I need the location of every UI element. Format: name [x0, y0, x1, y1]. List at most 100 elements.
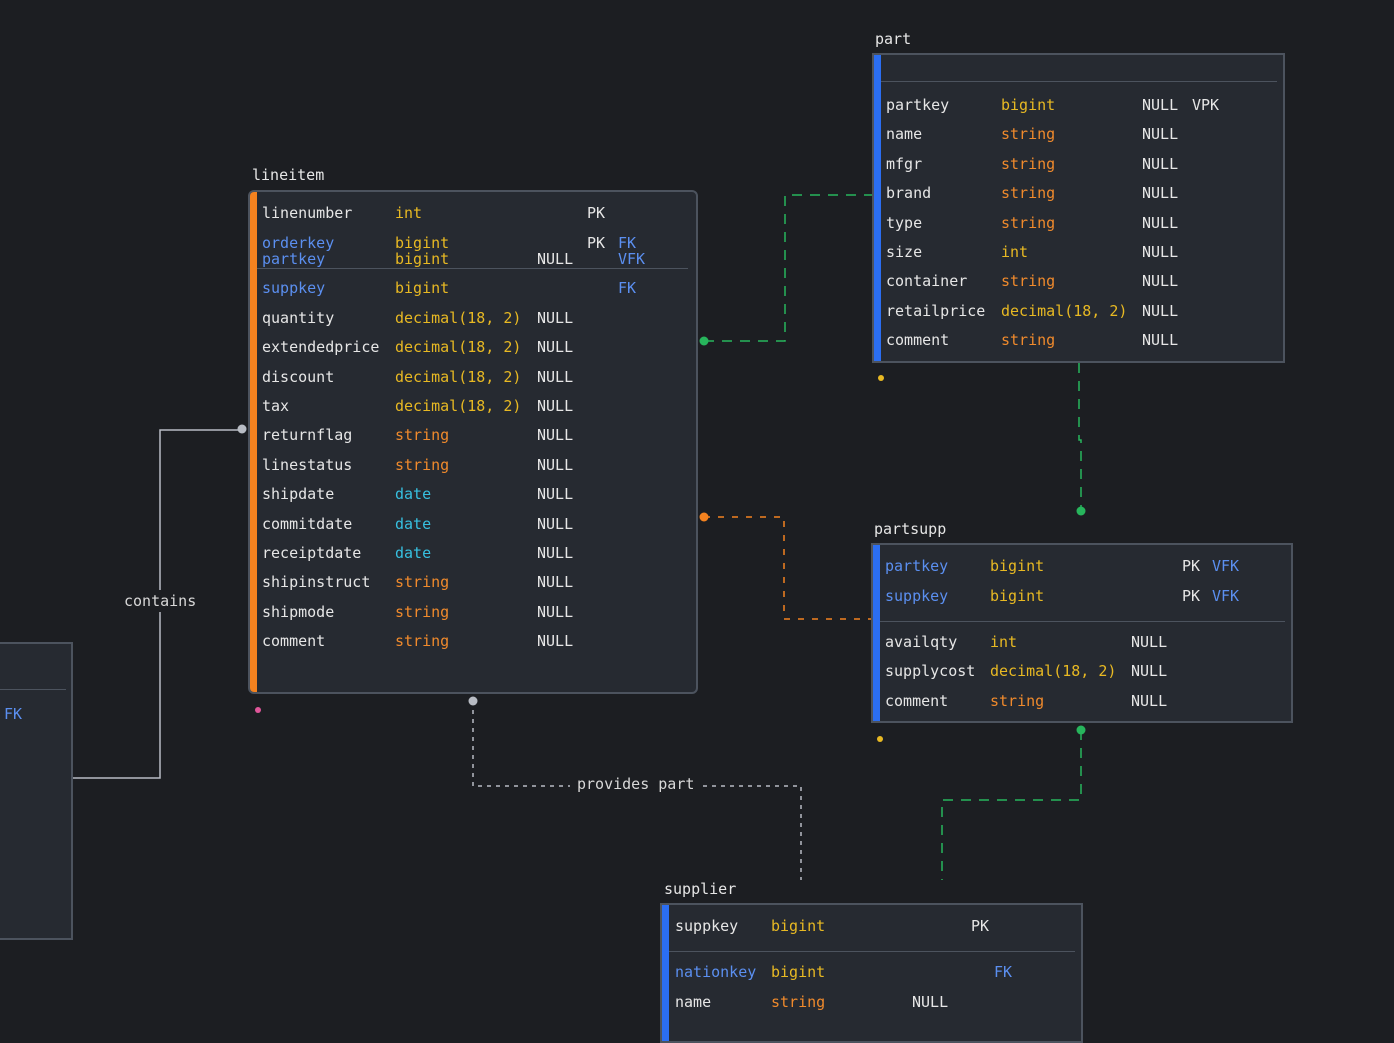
table-row[interactable]: name string NULL: [662, 989, 1081, 1015]
edge-label-contains: contains: [124, 592, 196, 610]
table-row[interactable]: availqty int NULL: [873, 629, 1291, 655]
column-name: name: [886, 125, 923, 144]
edge-partsupp-supplier[interactable]: [941, 730, 1082, 880]
table-row[interactable]: comment string NULL: [874, 327, 1283, 353]
column-nullable: NULL: [537, 367, 574, 386]
table-status-dot: [877, 736, 883, 742]
table-row[interactable]: linestatus string NULL: [250, 452, 696, 478]
table-row[interactable]: shipdate date NULL: [250, 481, 696, 507]
column-key-badge: PK: [587, 204, 606, 222]
column-nullable: NULL: [1142, 154, 1179, 173]
column-nullable: NULL: [537, 426, 574, 445]
table-status-dot: [255, 707, 261, 713]
column-name: commitdate: [262, 514, 353, 533]
column-name: quantity: [262, 308, 335, 327]
table-row[interactable]: type string NULL: [874, 210, 1283, 236]
column-type: bigint: [1001, 96, 1056, 114]
column-name: supplycost: [885, 662, 976, 681]
table-row: FK: [0, 701, 68, 727]
column-type: decimal(18, 2): [395, 397, 522, 415]
column-type: int: [395, 204, 423, 222]
column-name: name: [675, 993, 712, 1011]
column-fk-badge: VFK: [1212, 557, 1240, 575]
table-partsupp[interactable]: partkey bigint PK VFK suppkey bigint PK VFK avai…: [871, 543, 1293, 723]
table-row[interactable]: returnflag string NULL: [250, 422, 696, 448]
column-type: string: [990, 691, 1045, 710]
table-part[interactable]: partkey bigint NULL VPK name string NULL mfgr st…: [872, 53, 1285, 363]
column-type: int: [990, 633, 1018, 651]
edge-lineitem-part[interactable]: [704, 194, 872, 342]
column-nullable: NULL: [537, 632, 574, 651]
column-type: string: [1001, 331, 1056, 350]
table-row[interactable]: shipmode string NULL: [250, 599, 696, 625]
table-row[interactable]: comment string NULL: [250, 628, 696, 654]
table-row-key[interactable]: suppkey bigint PK: [662, 913, 1081, 939]
column-type: string: [395, 602, 450, 621]
table-key-separator: [881, 81, 1277, 82]
column-nullable: NULL: [537, 573, 574, 592]
table-row[interactable]: tax decimal(18, 2) NULL: [250, 393, 696, 419]
table-row[interactable]: nationkey bigint FK: [662, 959, 1081, 985]
table-left-partial[interactable]: FK: [0, 642, 73, 940]
table-row[interactable]: shipinstruct string NULL: [250, 569, 696, 595]
column-nullable: NULL: [1142, 243, 1179, 261]
table-row[interactable]: quantity decimal(18, 2) NULL: [250, 305, 696, 331]
column-nullable: NULL: [1142, 213, 1179, 232]
table-row[interactable]: container string NULL: [874, 268, 1283, 294]
column-type: bigint: [771, 963, 826, 981]
table-row[interactable]: size int NULL: [874, 239, 1283, 265]
column-name: shipinstruct: [262, 573, 371, 592]
table-status-dot: [878, 375, 884, 381]
table-row[interactable]: retailprice decimal(18, 2) NULL: [874, 298, 1283, 324]
column-type: bigint: [990, 587, 1045, 605]
table-row[interactable]: commitdate date NULL: [250, 511, 696, 537]
column-type: string: [395, 426, 450, 445]
table-row[interactable]: discount decimal(18, 2) NULL: [250, 364, 696, 390]
table-row[interactable]: supplycost decimal(18, 2) NULL: [873, 658, 1291, 684]
column-nullable: NULL: [1142, 301, 1179, 320]
table-lineitem[interactable]: linenumber int PK orderkey bigint PK FK partkey…: [248, 190, 698, 694]
column-nullable: NULL: [537, 544, 574, 562]
column-name: brand: [886, 184, 932, 203]
edge-lineitem-partsupp[interactable]: [704, 516, 872, 620]
column-nullable: NULL: [537, 397, 574, 415]
column-nullable: NULL: [537, 485, 574, 504]
table-row[interactable]: brand string NULL: [874, 180, 1283, 206]
edge-endpoint: [1076, 725, 1086, 735]
table-title-supplier: supplier: [664, 880, 737, 898]
table-row[interactable]: name string NULL: [874, 121, 1283, 147]
column-name: suppkey: [885, 587, 949, 605]
table-row-key[interactable]: suppkey bigint PK VFK: [873, 583, 1291, 609]
edge-endpoint: [699, 512, 709, 522]
column-name: linenumber: [262, 204, 353, 222]
table-supplier[interactable]: suppkey bigint PK nationkey bigint FK name stri…: [660, 903, 1083, 1043]
column-type: bigint: [990, 557, 1045, 575]
column-fk-badge: FK: [618, 279, 637, 298]
column-key-badge: PK: [971, 917, 990, 935]
table-row[interactable]: suppkey bigint FK: [250, 275, 696, 301]
column-name: discount: [262, 367, 335, 386]
column-type: decimal(18, 2): [1001, 301, 1128, 320]
edge-endpoint: [237, 424, 247, 434]
column-name: suppkey: [675, 917, 739, 935]
table-row[interactable]: extendedprice decimal(18, 2) NULL: [250, 334, 696, 360]
column-type: string: [395, 573, 450, 592]
table-row-key[interactable]: partkey bigint PK VFK: [873, 553, 1291, 579]
column-fk-badge: VFK: [1212, 587, 1240, 605]
column-name: partkey: [885, 557, 949, 575]
edge-part-partsupp[interactable]: [1078, 363, 1082, 511]
column-type: string: [395, 455, 450, 474]
table-row[interactable]: comment string NULL: [873, 688, 1291, 714]
table-title-lineitem: lineitem: [252, 166, 325, 184]
table-row[interactable]: mfgr string NULL: [874, 151, 1283, 177]
table-row[interactable]: receiptdate date NULL: [250, 540, 696, 566]
column-name: type: [886, 213, 923, 232]
column-name: availqty: [885, 633, 958, 651]
table-row[interactable]: partkey bigint NULL VPK: [874, 92, 1283, 118]
table-row-key[interactable]: linenumber int PK: [250, 200, 696, 226]
column-nullable: NULL: [537, 308, 574, 327]
column-name: receiptdate: [262, 544, 362, 562]
column-type: decimal(18, 2): [990, 662, 1117, 681]
column-key-badge: VPK: [1192, 96, 1220, 114]
table-row[interactable]: partkey bigint NULL VFK: [250, 246, 696, 272]
